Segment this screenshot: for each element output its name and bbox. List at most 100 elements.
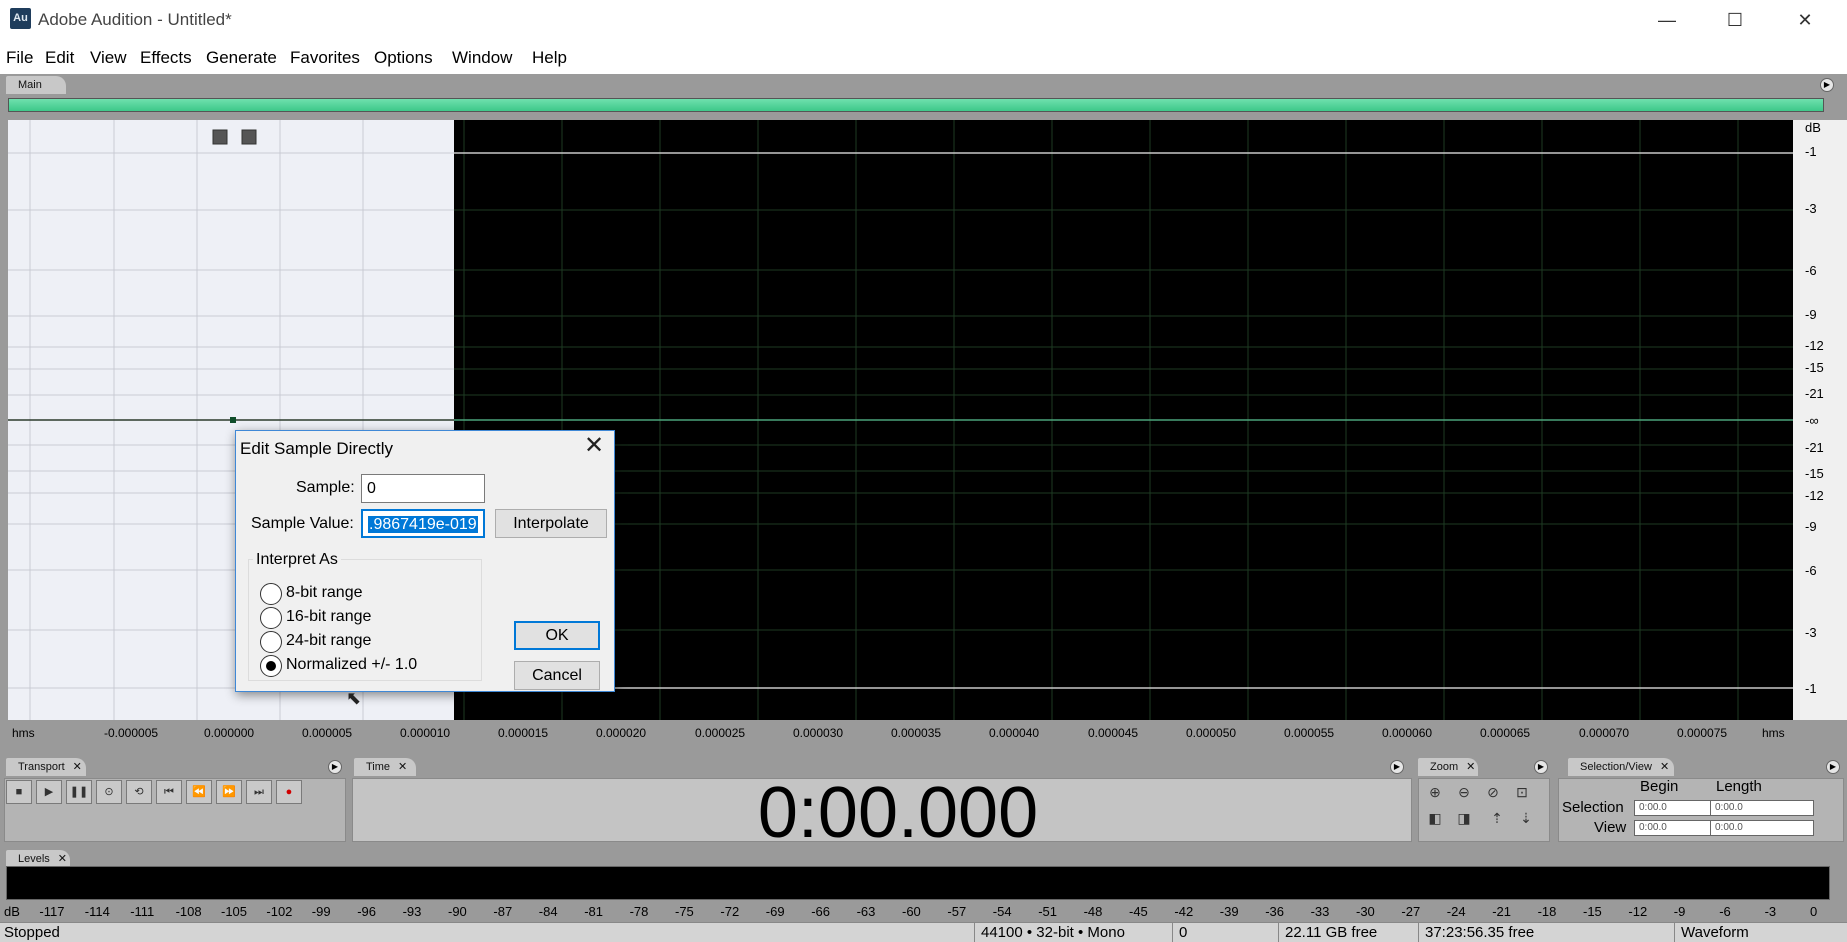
menu-file[interactable]: File — [6, 48, 33, 68]
time-unit-end: hms — [1762, 726, 1785, 740]
main-panel-tab[interactable]: Main — [6, 76, 66, 94]
menu-generate[interactable]: Generate — [206, 48, 277, 68]
level-scale-label: -63 — [856, 904, 876, 919]
loop-button[interactable]: ⟲ — [126, 780, 152, 804]
radio-24-bit-label: 24-bit range — [286, 632, 372, 649]
play-from-cursor-button[interactable]: ⊙ — [96, 780, 122, 804]
view-mode[interactable]: Waveform — [1674, 923, 1749, 942]
menu-window[interactable]: Window — [452, 48, 512, 68]
dialog-close-icon[interactable]: ✕ — [572, 431, 616, 461]
zoom-in-horizontal-icon[interactable]: ⊕ — [1424, 781, 1446, 803]
zoom-left-icon[interactable]: ◧ — [1424, 807, 1446, 829]
transport-state: Stopped — [4, 924, 60, 941]
selection-view-tab-label: Selection/View — [1580, 761, 1652, 773]
cancel-button[interactable]: Cancel — [514, 661, 600, 690]
close-icon[interactable]: ✕ — [73, 761, 82, 773]
radio-8-bit-label: 8-bit range — [286, 584, 363, 601]
level-scale-label: -42 — [1174, 904, 1194, 919]
radio-24-bit[interactable] — [260, 631, 282, 653]
close-icon[interactable]: ✕ — [1660, 761, 1669, 773]
level-scale-label: -108 — [175, 904, 202, 919]
db-label: -15 — [1805, 360, 1824, 375]
close-window-button[interactable]: ✕ — [1782, 4, 1828, 36]
time-label: 0.000015 — [498, 726, 549, 740]
zoom-out-vertical-icon[interactable]: ⇣ — [1515, 807, 1537, 829]
fade-out-handle — [241, 129, 257, 145]
zoom-tab[interactable]: Zoom ✕ — [1418, 758, 1478, 776]
level-scale-label: -6 — [1719, 904, 1731, 919]
time-label: 0.000030 — [793, 726, 844, 740]
rewind-button[interactable]: ⏪ — [186, 780, 212, 804]
sample-value-label: Sample Value: — [251, 515, 354, 532]
level-scale-label: -78 — [629, 904, 649, 919]
transport-tab[interactable]: Transport ✕ — [6, 758, 86, 776]
level-scale-label: -57 — [947, 904, 967, 919]
sample-value-input[interactable]: .9867419e-019 — [361, 509, 485, 538]
level-scale-label: -45 — [1129, 904, 1148, 919]
time-label: 0.000055 — [1284, 726, 1335, 740]
level-unit: dB — [4, 904, 20, 919]
menu-options[interactable]: Options — [374, 48, 433, 68]
transport-menu-button[interactable]: ▶ — [328, 760, 342, 774]
level-scale-label: -24 — [1446, 904, 1466, 919]
zoom-menu-button[interactable]: ▶ — [1534, 760, 1548, 774]
sample-input[interactable]: 0 — [361, 474, 485, 503]
db-label: -1 — [1805, 144, 1817, 159]
zoom-right-icon[interactable]: ◨ — [1453, 807, 1475, 829]
time-label: 0.000010 — [400, 726, 451, 740]
menu-effects[interactable]: Effects — [140, 48, 192, 68]
level-scale-label: -93 — [402, 904, 422, 919]
stop-button[interactable]: ■ — [6, 780, 32, 804]
sample-point — [230, 417, 236, 423]
db-label: -21 — [1805, 440, 1824, 455]
menu-view[interactable]: View — [90, 48, 127, 68]
go-to-start-button[interactable]: ⏮ — [156, 780, 182, 804]
go-to-end-button[interactable]: ⏭ — [246, 780, 272, 804]
disk-free: 22.11 GB free — [1278, 923, 1377, 942]
level-scale-label: -81 — [584, 904, 603, 919]
menu-favorites[interactable]: Favorites — [290, 48, 360, 68]
time-label: 0.000025 — [695, 726, 746, 740]
menu-edit[interactable]: Edit — [45, 48, 74, 68]
zoom-out-full-icon[interactable]: ⊘ — [1482, 781, 1504, 803]
close-icon[interactable]: ✕ — [1466, 761, 1475, 773]
fade-in-handle — [212, 129, 228, 145]
radio-normalized[interactable] — [260, 655, 282, 677]
level-scale-label: -99 — [311, 904, 331, 919]
main-panel-menu-button[interactable]: ▶ — [1820, 78, 1834, 92]
selection-length-field[interactable]: 0:00.0 — [1710, 800, 1814, 816]
overview-visible-range[interactable] — [9, 99, 1823, 111]
waveform-overview-bar[interactable] — [8, 98, 1824, 112]
play-button[interactable]: ▶ — [36, 780, 62, 804]
minimize-button[interactable]: — — [1644, 4, 1690, 36]
pause-button[interactable]: ❚❚ — [66, 780, 92, 804]
menu-help[interactable]: Help — [532, 48, 567, 68]
fast-forward-button[interactable]: ⏩ — [216, 780, 242, 804]
zoom-in-vertical-icon[interactable]: ⇡ — [1486, 807, 1508, 829]
radio-normalized-label: Normalized +/- 1.0 — [286, 656, 418, 673]
level-scale-label: -114 — [84, 904, 110, 919]
db-label: -21 — [1805, 386, 1824, 401]
record-button[interactable]: ● — [276, 780, 302, 804]
radio-8-bit[interactable] — [260, 583, 282, 605]
interpolate-button[interactable]: Interpolate — [495, 509, 607, 538]
maximize-button[interactable]: ☐ — [1712, 4, 1758, 36]
zoom-selection-icon[interactable]: ⊡ — [1511, 781, 1533, 803]
sample-value-text: .9867419e-019 — [368, 516, 478, 533]
view-length-field[interactable]: 0:00.0 — [1710, 820, 1814, 836]
level-scale-label: -102 — [266, 904, 293, 919]
selection-view-tab[interactable]: Selection/View ✕ — [1568, 758, 1674, 776]
level-scale-label: -27 — [1401, 904, 1421, 919]
length-header: Length — [1716, 778, 1762, 795]
level-scale-label: -87 — [493, 904, 513, 919]
level-scale-label: -18 — [1537, 904, 1557, 919]
close-icon[interactable]: ✕ — [58, 853, 67, 865]
zoom-out-horizontal-icon[interactable]: ⊖ — [1453, 781, 1475, 803]
selection-view-menu-button[interactable]: ▶ — [1826, 760, 1840, 774]
level-scale-label: -15 — [1583, 904, 1602, 919]
level-scale-label: -72 — [720, 904, 740, 919]
radio-16-bit[interactable] — [260, 607, 282, 629]
level-scale-label: -36 — [1265, 904, 1284, 919]
level-scale-label: -105 — [221, 904, 248, 919]
ok-button[interactable]: OK — [514, 621, 600, 650]
